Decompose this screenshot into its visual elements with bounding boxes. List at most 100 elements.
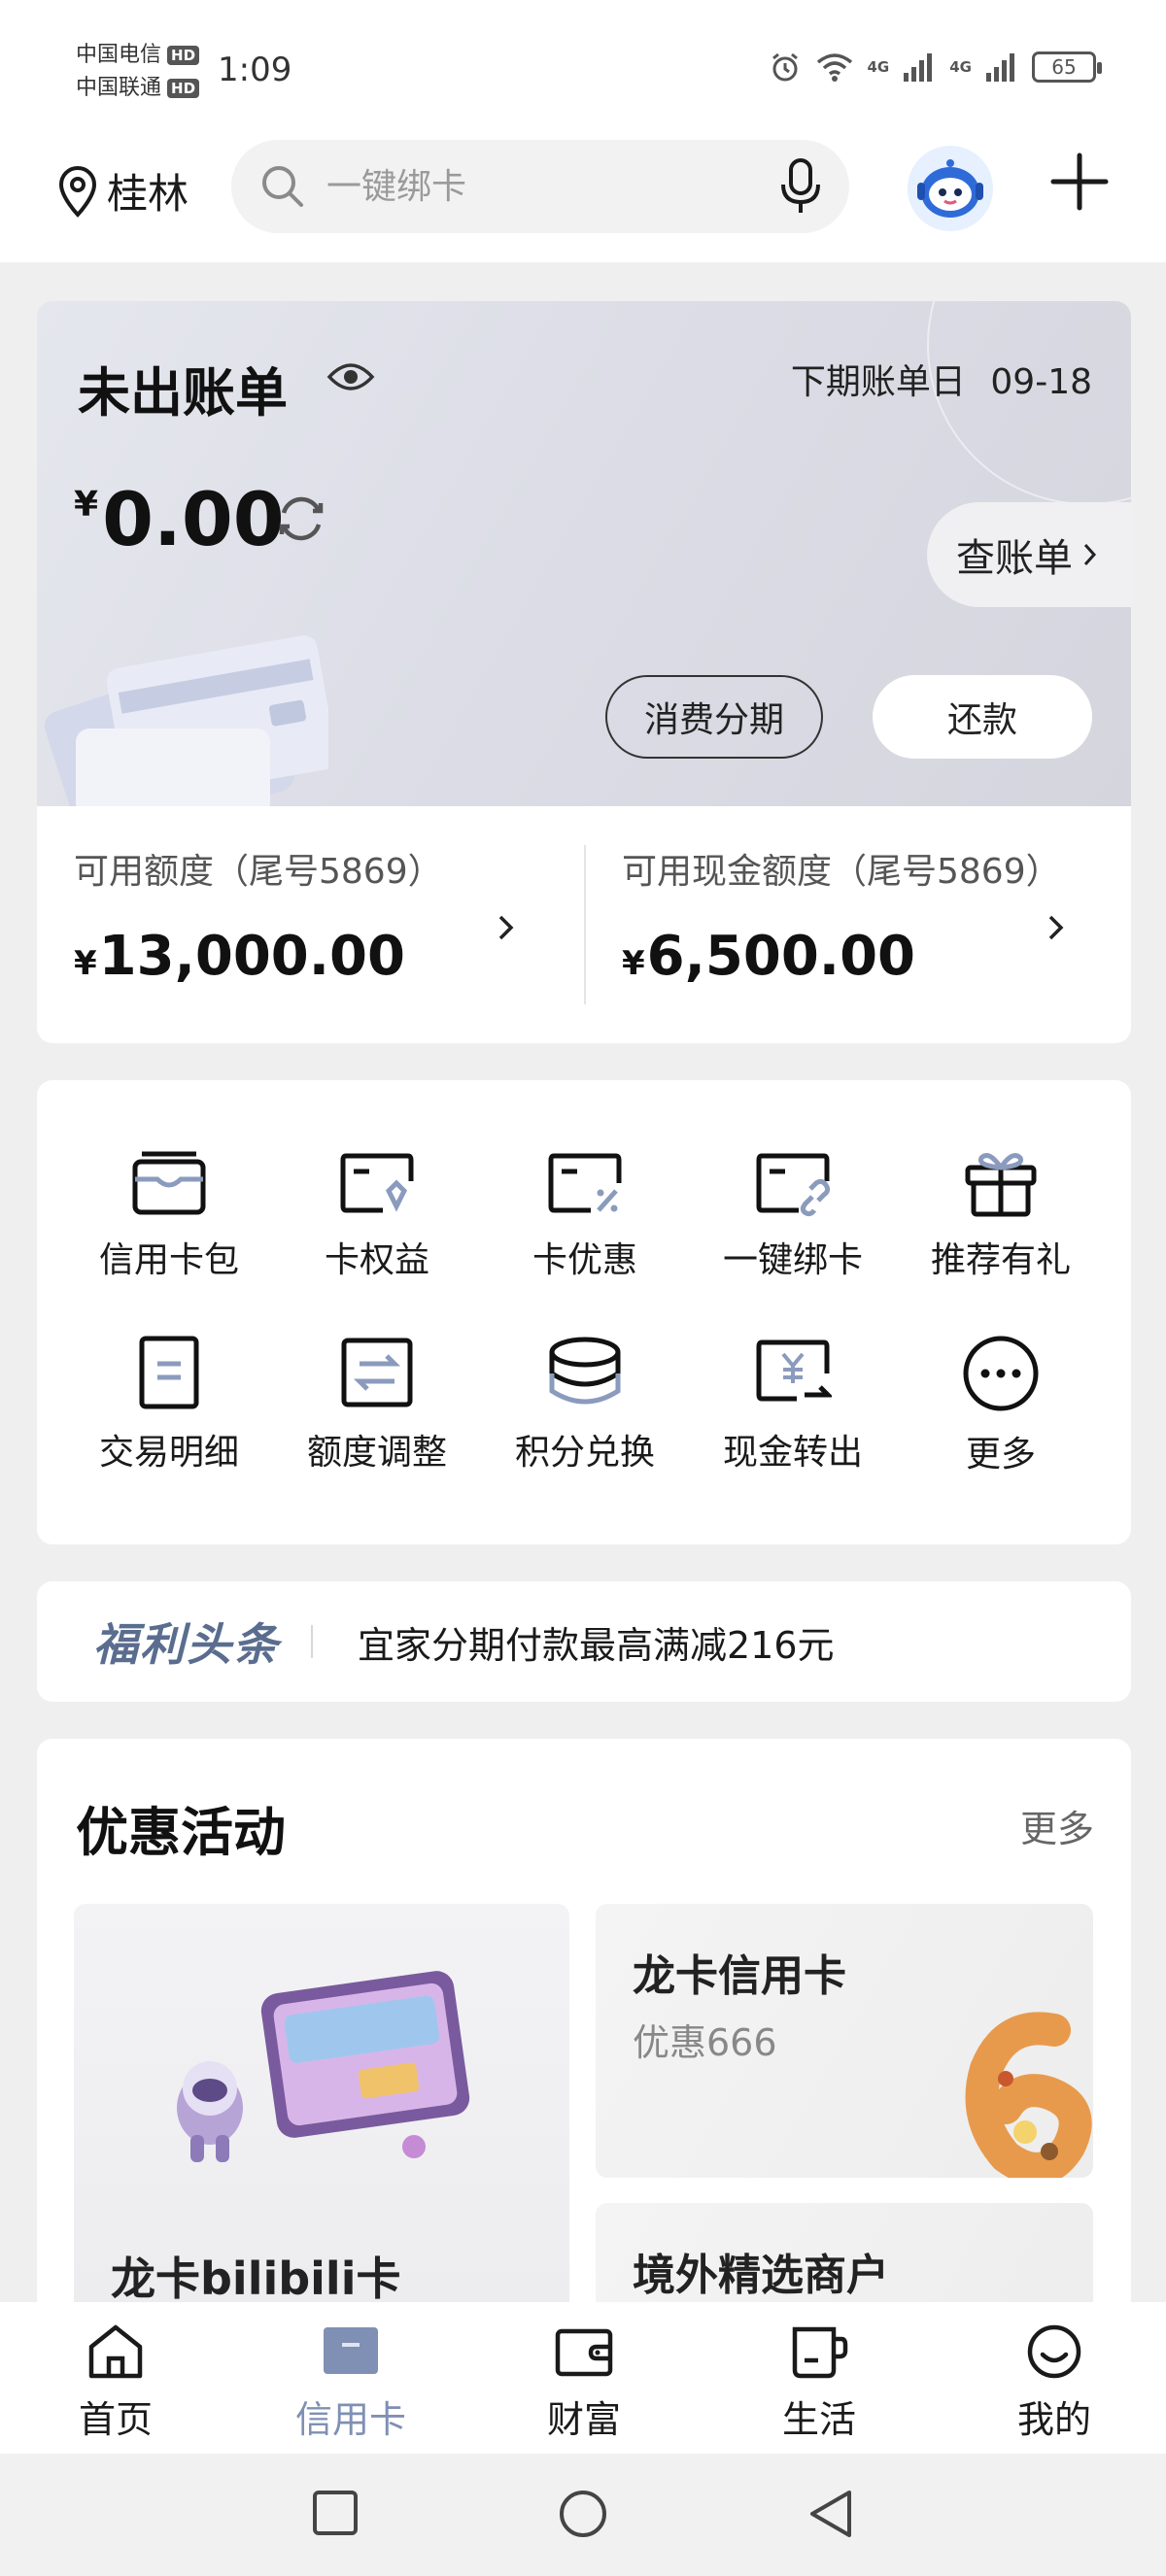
network-type-2: 4G xyxy=(949,58,972,76)
wallet-icon xyxy=(555,2328,613,2377)
divider xyxy=(584,845,586,1004)
function-gift[interactable]: 推荐有礼 xyxy=(904,1148,1098,1282)
function-points-exchange[interactable]: 积分兑换 xyxy=(488,1335,682,1474)
chevron-right-icon[interactable] xyxy=(497,913,515,942)
function-cash-transfer[interactable]: 现金转出 xyxy=(696,1335,890,1474)
function-limit-adjust[interactable]: 额度调整 xyxy=(280,1335,474,1474)
nav-label: 信用卡 xyxy=(294,2398,406,2441)
cup-icon xyxy=(792,2326,848,2379)
credit-card-icon xyxy=(324,2327,378,2374)
search-bar[interactable] xyxy=(231,140,849,233)
location-selector[interactable]: 桂林 xyxy=(58,161,189,220)
more-icon xyxy=(963,1336,1039,1411)
status-bar: 中国电信 HD 中国联通 HD 1:09 4G 4G 65 xyxy=(0,0,1166,136)
carrier-1-label: 中国电信 xyxy=(76,43,162,67)
wifi-icon xyxy=(816,53,852,82)
top-header: 桂林 xyxy=(0,136,1166,262)
function-label: 卡优惠 xyxy=(532,1240,637,1280)
plus-icon xyxy=(1050,153,1109,211)
function-label: 信用卡包 xyxy=(98,1240,239,1280)
card-illustration xyxy=(44,635,328,806)
robot-assistant-icon xyxy=(908,146,993,231)
hd-badge: HD xyxy=(167,46,200,65)
next-bill-label: 下期账单日 xyxy=(790,362,966,402)
eye-icon[interactable] xyxy=(326,359,375,394)
cash-limit[interactable]: 可用现金额度（尾号5869） ¥6,500.00 xyxy=(622,843,1061,988)
status-indicators: 4G 4G 65 xyxy=(769,51,1102,84)
available-limit-value: 13,000.00 xyxy=(98,925,405,988)
function-label: 卡权益 xyxy=(324,1240,429,1280)
chevron-right-icon[interactable] xyxy=(1047,913,1065,942)
news-headline[interactable]: 宜家分期付款最高满减216元 xyxy=(358,1615,835,1669)
refresh-icon[interactable] xyxy=(274,491,328,546)
chevron-right-icon xyxy=(1083,543,1097,566)
nav-label: 生活 xyxy=(781,2398,856,2441)
welfare-news-bar[interactable]: 福利头条 宜家分期付款最高满减216元 xyxy=(37,1581,1131,1702)
nav-wealth[interactable]: 财富 xyxy=(511,2323,657,2443)
assistant-avatar[interactable] xyxy=(908,146,993,231)
more-link[interactable]: 更多 xyxy=(1020,1799,1094,1852)
add-button[interactable] xyxy=(1049,152,1110,212)
available-limit-amount: ¥13,000.00 xyxy=(74,925,443,988)
recent-apps-icon[interactable] xyxy=(311,2489,360,2537)
microphone-icon[interactable] xyxy=(779,157,822,216)
function-label: 积分兑换 xyxy=(514,1433,655,1473)
installment-button[interactable]: 消费分期 xyxy=(605,675,823,759)
back-triangle-icon[interactable] xyxy=(806,2489,855,2539)
nav-mine[interactable]: 我的 xyxy=(981,2323,1127,2443)
nav-home[interactable]: 首页 xyxy=(43,2323,189,2443)
check-bill-label: 查账单 xyxy=(956,536,1073,581)
location-pin-icon xyxy=(58,165,97,218)
number-six-illustration xyxy=(965,2012,1092,2178)
promo-card-longka[interactable]: 龙卡信用卡 优惠666 xyxy=(596,1904,1093,2178)
card-discount-icon xyxy=(548,1153,622,1213)
available-limit-label: 可用额度（尾号5869） xyxy=(74,852,443,892)
function-card-rights[interactable]: 卡权益 xyxy=(280,1148,474,1282)
function-transaction-detail[interactable]: 交易明细 xyxy=(72,1335,266,1474)
status-time: 1:09 xyxy=(218,51,292,89)
function-card-bind[interactable]: 一键绑卡 xyxy=(696,1148,890,1282)
check-bill-button[interactable]: 查账单 xyxy=(927,502,1131,607)
available-limit[interactable]: 可用额度（尾号5869） ¥13,000.00 xyxy=(74,843,443,988)
next-bill-value: 09-18 xyxy=(990,362,1092,402)
section-title: 优惠活动 xyxy=(76,1802,286,1863)
function-label: 现金转出 xyxy=(722,1433,863,1473)
function-card-discount[interactable]: 卡优惠 xyxy=(488,1148,682,1282)
home-circle-icon[interactable] xyxy=(558,2489,608,2539)
credit-limit-panel: 可用额度（尾号5869） ¥13,000.00 可用现金额度（尾号5869） ¥… xyxy=(37,806,1131,1043)
bill-amount: ¥0.00 xyxy=(74,476,285,562)
carrier-2-label: 中国联通 xyxy=(76,76,162,100)
search-input[interactable] xyxy=(326,166,779,207)
nav-life[interactable]: 生活 xyxy=(746,2323,892,2443)
promo-title: 境外精选商户 xyxy=(633,2251,889,2300)
repay-button[interactable]: 还款 xyxy=(873,675,1092,759)
news-badge: 福利头条 xyxy=(93,1618,280,1671)
nav-credit-card[interactable]: 信用卡 xyxy=(278,2323,424,2443)
cash-limit-amount: ¥6,500.00 xyxy=(622,925,1061,988)
nav-label: 我的 xyxy=(1016,2398,1091,2441)
function-label: 交易明细 xyxy=(98,1433,239,1473)
search-icon xyxy=(262,166,303,207)
function-label: 推荐有礼 xyxy=(930,1240,1071,1280)
cash-limit-value: 6,500.00 xyxy=(646,925,916,988)
function-label: 一键绑卡 xyxy=(722,1240,863,1280)
promotions-panel: 优惠活动 更多 龙卡bilibili卡 龙卡信用卡 优惠666 境外精选商户 xyxy=(37,1739,1131,2302)
battery-indicator: 65 xyxy=(1032,51,1102,83)
function-more[interactable]: 更多 xyxy=(904,1335,1098,1476)
cash-limit-label: 可用现金额度（尾号5869） xyxy=(622,852,1061,892)
cash-transfer-icon xyxy=(756,1339,832,1402)
currency-symbol: ¥ xyxy=(74,485,99,525)
promo-card-overseas[interactable]: 境外精选商户 xyxy=(596,2203,1093,2302)
system-navigation-bar xyxy=(0,2454,1166,2576)
home-icon xyxy=(88,2324,143,2379)
network-type-1: 4G xyxy=(867,58,890,76)
promo-title: 龙卡bilibili卡 xyxy=(111,2253,401,2302)
nav-label: 首页 xyxy=(78,2398,153,2441)
promo-card-bilibili[interactable]: 龙卡bilibili卡 xyxy=(74,1904,569,2302)
bottom-navigation: 首页 信用卡 财富 生活 我的 xyxy=(0,2302,1166,2454)
nav-label: 财富 xyxy=(546,2398,621,2441)
function-card-wallet[interactable]: 信用卡包 xyxy=(72,1148,266,1282)
next-bill-date: 下期账单日 09-18 xyxy=(791,354,1092,404)
currency-symbol: ¥ xyxy=(74,944,97,983)
card-rights-icon xyxy=(340,1153,414,1213)
